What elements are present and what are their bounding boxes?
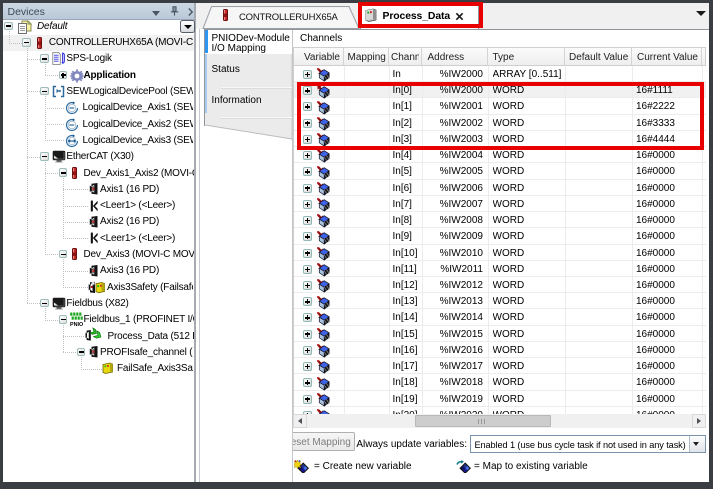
svg-text:PNIO: PNIO — [70, 322, 83, 327]
